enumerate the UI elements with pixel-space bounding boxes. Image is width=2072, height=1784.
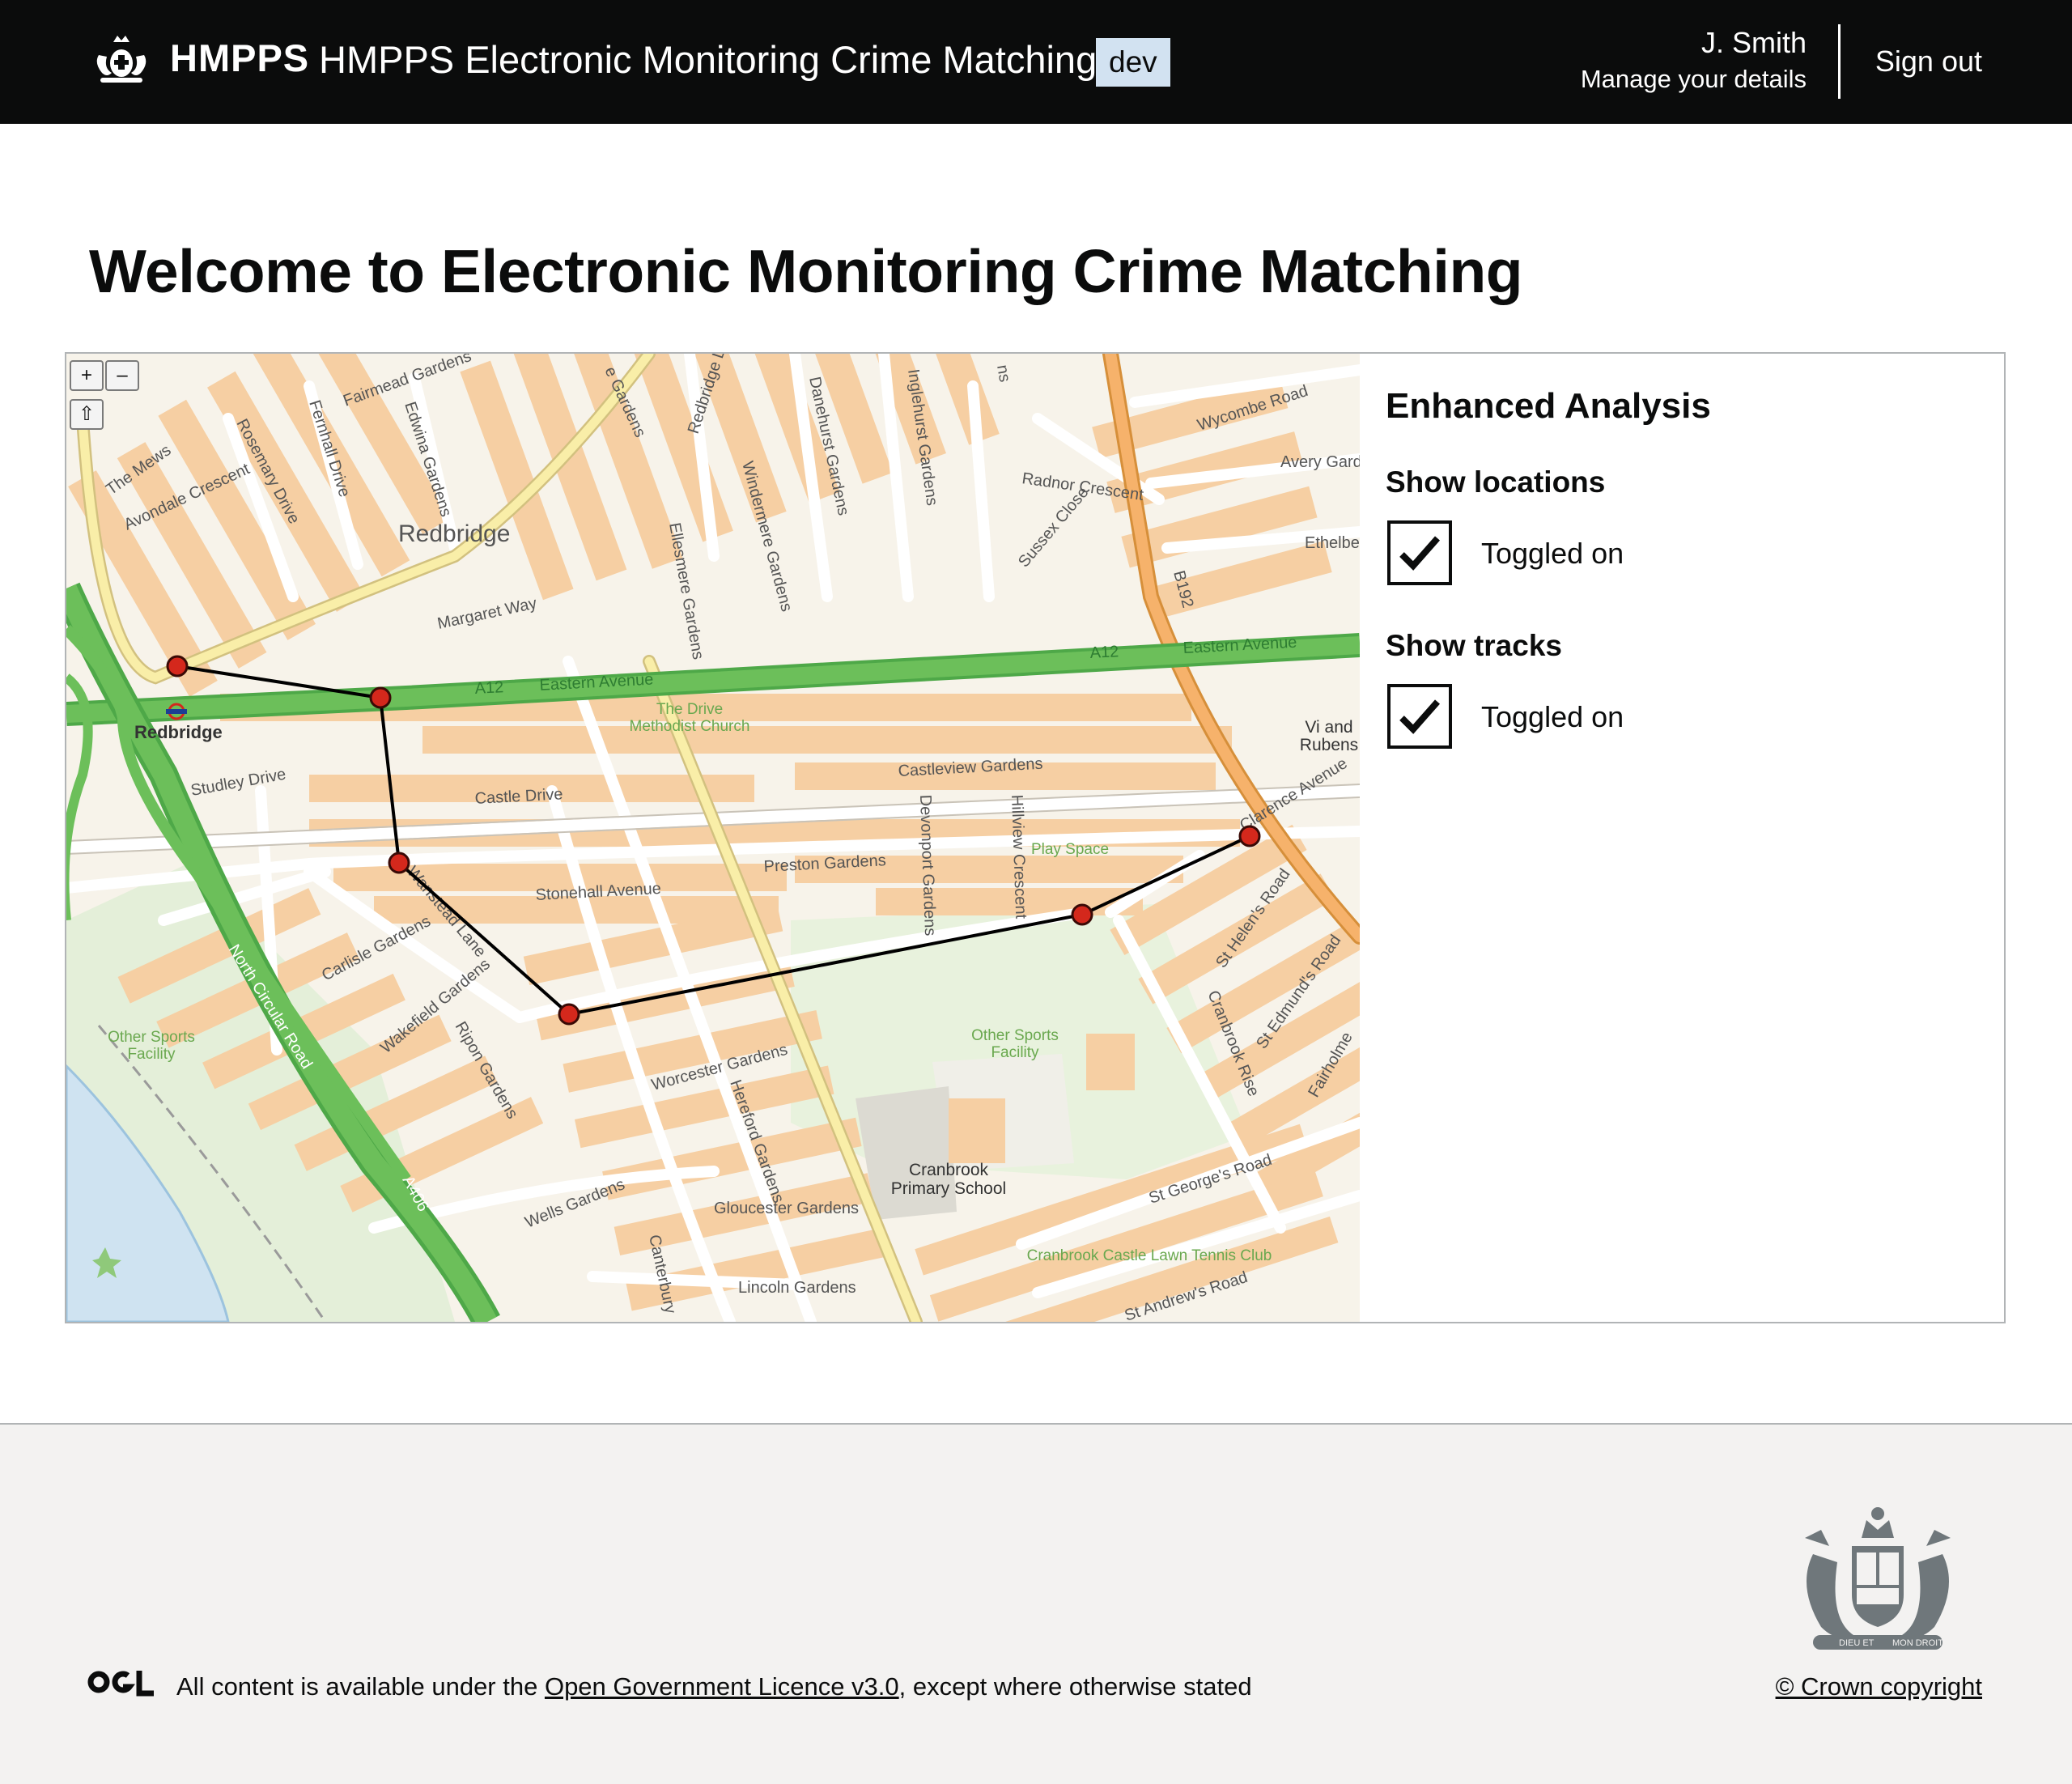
site-header: HMPPS HMPPS Electronic Monitoring Crime … — [0, 0, 2072, 124]
licence-prefix: All content is available under the — [176, 1672, 545, 1701]
road-label-gloucester-gardens: Gloucester Gardens — [714, 1200, 859, 1217]
location-point-4[interactable] — [558, 1003, 580, 1026]
poi-label-sports-east-line2: Facility — [991, 1044, 1039, 1061]
road-label-studley-drive: Studley Drive — [189, 766, 287, 800]
road-label-avery-gardens: Avery Gardens — [1280, 453, 1360, 471]
road-label-a12-east: A12 — [1089, 643, 1119, 662]
hmpps-brand[interactable]: HMPPS — [170, 36, 309, 80]
location-point-2[interactable] — [369, 686, 392, 709]
poi-label-sports-east-line1: Other Sports — [971, 1027, 1059, 1044]
ogl-licence-link[interactable]: Open Government Licence v3.0 — [545, 1672, 899, 1701]
map-panel: Redbridge Redbridge A12 Eastern Avenue A… — [65, 352, 2006, 1323]
road-label-a12: A12 — [474, 678, 504, 698]
licence-suffix: , except where otherwise stated — [898, 1672, 1252, 1701]
show-tracks-label: Show tracks — [1386, 629, 1562, 662]
user-name: J. Smith — [1700, 26, 1807, 59]
poi-label-vi-rubens-line1: Vi and — [1305, 718, 1352, 737]
user-menu: J. Smith Manage your details — [1581, 26, 1807, 94]
road-label-margaret-way: Margaret Way — [435, 594, 538, 632]
show-locations-toggle[interactable]: Toggled on — [1386, 520, 1985, 587]
header-divider — [1838, 24, 1841, 99]
royal-coat-of-arms-icon: DIEU ET MON DROIT — [1805, 1507, 1951, 1650]
zoom-out-button[interactable]: – — [105, 360, 139, 391]
poi-label-school-line1: Cranbrook — [909, 1161, 989, 1179]
location-point-1[interactable] — [166, 655, 189, 677]
enhanced-analysis-heading: Enhanced Analysis — [1386, 386, 1711, 426]
enhanced-analysis-panel: Enhanced Analysis Show locations Toggled… — [1386, 386, 1985, 792]
show-locations-label: Show locations — [1386, 465, 1606, 499]
manage-details-link[interactable]: Manage your details — [1581, 65, 1807, 94]
poi-label-sports-west-line2: Facility — [127, 1046, 176, 1063]
show-tracks-state[interactable]: Toggled on — [1481, 700, 1624, 734]
site-footer: All content is available under the Open … — [0, 1423, 2072, 1784]
poi-label-vi-rubens-line2: Rubens — [1300, 736, 1358, 754]
station-label-redbridge: Redbridge — [134, 722, 223, 742]
road-label-lincoln-gardens: Lincoln Gardens — [738, 1279, 856, 1297]
location-point-3[interactable] — [388, 852, 410, 874]
home-extent-button[interactable]: ⇧ — [70, 399, 104, 430]
royal-crest-icon — [96, 36, 146, 83]
road-label-ethelbert: Ethelbert — [1305, 534, 1360, 552]
service-name[interactable]: HMPPS Electronic Monitoring Crime Matchi… — [319, 37, 1097, 82]
road-label-ns-top: ns — [993, 363, 1013, 384]
show-locations-state[interactable]: Toggled on — [1481, 537, 1624, 571]
place-label-redbridge: Redbridge — [398, 520, 510, 547]
checkmark-icon — [1399, 536, 1440, 571]
checkmark-icon — [1399, 699, 1440, 734]
show-tracks-checkbox[interactable] — [1387, 684, 1452, 749]
crest-motto-left: DIEU ET — [1839, 1638, 1875, 1648]
poi-label-tennis-club: Cranbrook Castle Lawn Tennis Club — [1027, 1247, 1272, 1264]
poi-label-play-space: Play Space — [1031, 841, 1109, 858]
poi-label-sports-west-line1: Other Sports — [108, 1029, 195, 1046]
map-view[interactable]: Redbridge Redbridge A12 Eastern Avenue A… — [66, 354, 1360, 1322]
map-canvas[interactable]: Redbridge Redbridge A12 Eastern Avenue A… — [66, 354, 1360, 1322]
crown-copyright-link[interactable]: © Crown copyright — [1776, 1672, 1982, 1701]
poi-label-school-line2: Primary School — [891, 1179, 1006, 1198]
sign-out-link[interactable]: Sign out — [1875, 45, 1982, 79]
licence-text: All content is available under the Open … — [176, 1672, 1252, 1701]
poi-label-methodist-church-line1: The Drive — [656, 701, 723, 718]
environment-tag: dev — [1096, 38, 1170, 87]
road-label-sussex-close: Sussex Close — [1015, 483, 1092, 571]
poi-label-methodist-church-line2: Methodist Church — [630, 718, 750, 735]
crest-motto-right: MON DROIT — [1892, 1638, 1943, 1648]
ogl-logo-icon — [87, 1671, 154, 1697]
page-title: Welcome to Electronic Monitoring Crime M… — [89, 237, 1523, 305]
show-tracks-toggle[interactable]: Toggled on — [1386, 684, 1985, 750]
location-point-5[interactable] — [1071, 903, 1093, 926]
road-label-ellesmere-gardens: Ellesmere Gardens — [665, 521, 707, 661]
zoom-in-button[interactable]: + — [70, 360, 104, 391]
location-point-6[interactable] — [1238, 825, 1261, 847]
show-locations-checkbox[interactable] — [1387, 520, 1452, 585]
